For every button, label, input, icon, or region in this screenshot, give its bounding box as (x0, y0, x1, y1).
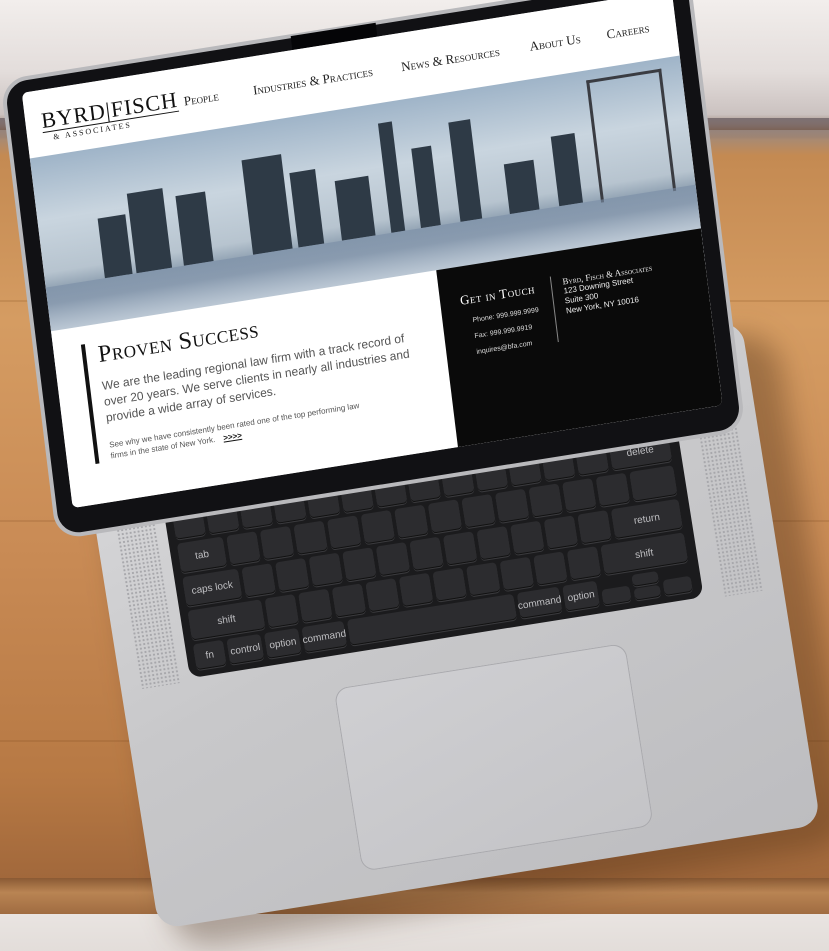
key-f[interactable] (342, 547, 377, 582)
nav-people[interactable]: People (183, 88, 220, 109)
nav-careers[interactable]: Careers (606, 20, 651, 43)
key-bracket-left[interactable] (562, 478, 597, 513)
key-command-left[interactable]: command (301, 620, 348, 653)
key-fn[interactable]: fn (192, 639, 227, 671)
key-s[interactable] (275, 557, 310, 593)
key-y[interactable] (394, 504, 429, 539)
key-p[interactable] (528, 483, 563, 518)
key-k[interactable] (476, 525, 511, 561)
key-arrow-right[interactable] (662, 575, 693, 596)
key-e[interactable] (293, 520, 328, 555)
skyline-building (448, 119, 483, 222)
key-z[interactable] (264, 593, 299, 629)
key-v[interactable] (365, 578, 400, 613)
key-quote[interactable] (577, 510, 612, 545)
key-x[interactable] (298, 588, 333, 623)
nav-news-resources[interactable]: News & Resources (400, 44, 500, 75)
contact-divider (549, 276, 559, 343)
skyline-building (377, 121, 406, 233)
accent-bar (80, 344, 100, 464)
firm-address: Byrd, Fisch & Associates 123 Downing Str… (562, 263, 656, 317)
key-control[interactable]: control (226, 633, 265, 665)
key-h[interactable] (409, 536, 444, 571)
bridge-tower (586, 68, 677, 203)
key-tab[interactable]: tab (176, 536, 228, 574)
key-b[interactable] (398, 572, 434, 608)
key-return[interactable]: return (610, 498, 683, 540)
key-r[interactable] (327, 515, 362, 550)
key-i[interactable] (461, 493, 496, 529)
key-period[interactable] (533, 551, 568, 586)
key-m[interactable] (466, 562, 501, 597)
key-w[interactable] (259, 525, 295, 561)
skyline-building (289, 168, 325, 248)
key-semicolon[interactable] (543, 515, 579, 550)
nav-about-us[interactable]: About Us (529, 31, 582, 55)
key-caps-lock[interactable]: caps lock (182, 568, 243, 607)
read-more-link[interactable]: >>>> (223, 431, 243, 443)
key-arrow-down[interactable] (633, 584, 662, 601)
contact-fax: Fax: 999.999.9919 (474, 323, 533, 341)
key-l[interactable] (510, 520, 545, 555)
key-q[interactable] (226, 531, 261, 566)
key-option-left[interactable]: option (263, 627, 302, 659)
key-shift-right[interactable]: shift (600, 532, 689, 576)
key-j[interactable] (442, 531, 478, 566)
website-screen: BYRD|FISCH & ASSOCIATES People Industrie… (21, 0, 723, 509)
key-command-right[interactable]: command (516, 586, 563, 619)
nav-industries-practices[interactable]: Industries & Practices (252, 64, 374, 99)
trackpad[interactable] (333, 642, 654, 872)
contact-title: Get in Touch (459, 281, 536, 308)
laptop: esc (0, 0, 829, 951)
key-u[interactable] (427, 499, 463, 534)
key-c[interactable] (331, 583, 367, 618)
key-comma[interactable] (499, 556, 534, 592)
skyline-building (550, 132, 583, 207)
key-a[interactable] (241, 563, 276, 598)
key-d[interactable] (308, 552, 343, 587)
skyline-building (175, 191, 214, 266)
skyline-building (334, 175, 376, 241)
key-n[interactable] (432, 567, 467, 602)
key-bracket-right[interactable] (595, 472, 631, 508)
skyline-building (411, 145, 441, 229)
key-slash[interactable] (566, 546, 602, 581)
contact-email[interactable]: inquires@bfa.com (476, 340, 533, 356)
key-option-right[interactable]: option (562, 580, 600, 612)
contact-phone[interactable]: Phone: 999.999.9999 (472, 307, 539, 324)
skyline-building (503, 159, 540, 215)
skyline-building (241, 154, 293, 255)
skyline-building (126, 188, 173, 274)
key-o[interactable] (494, 488, 530, 523)
key-g[interactable] (375, 541, 411, 577)
key-t[interactable] (360, 509, 395, 545)
key-arrow-left[interactable] (601, 585, 632, 606)
skyline-building (97, 214, 133, 279)
key-backslash[interactable] (629, 465, 678, 502)
